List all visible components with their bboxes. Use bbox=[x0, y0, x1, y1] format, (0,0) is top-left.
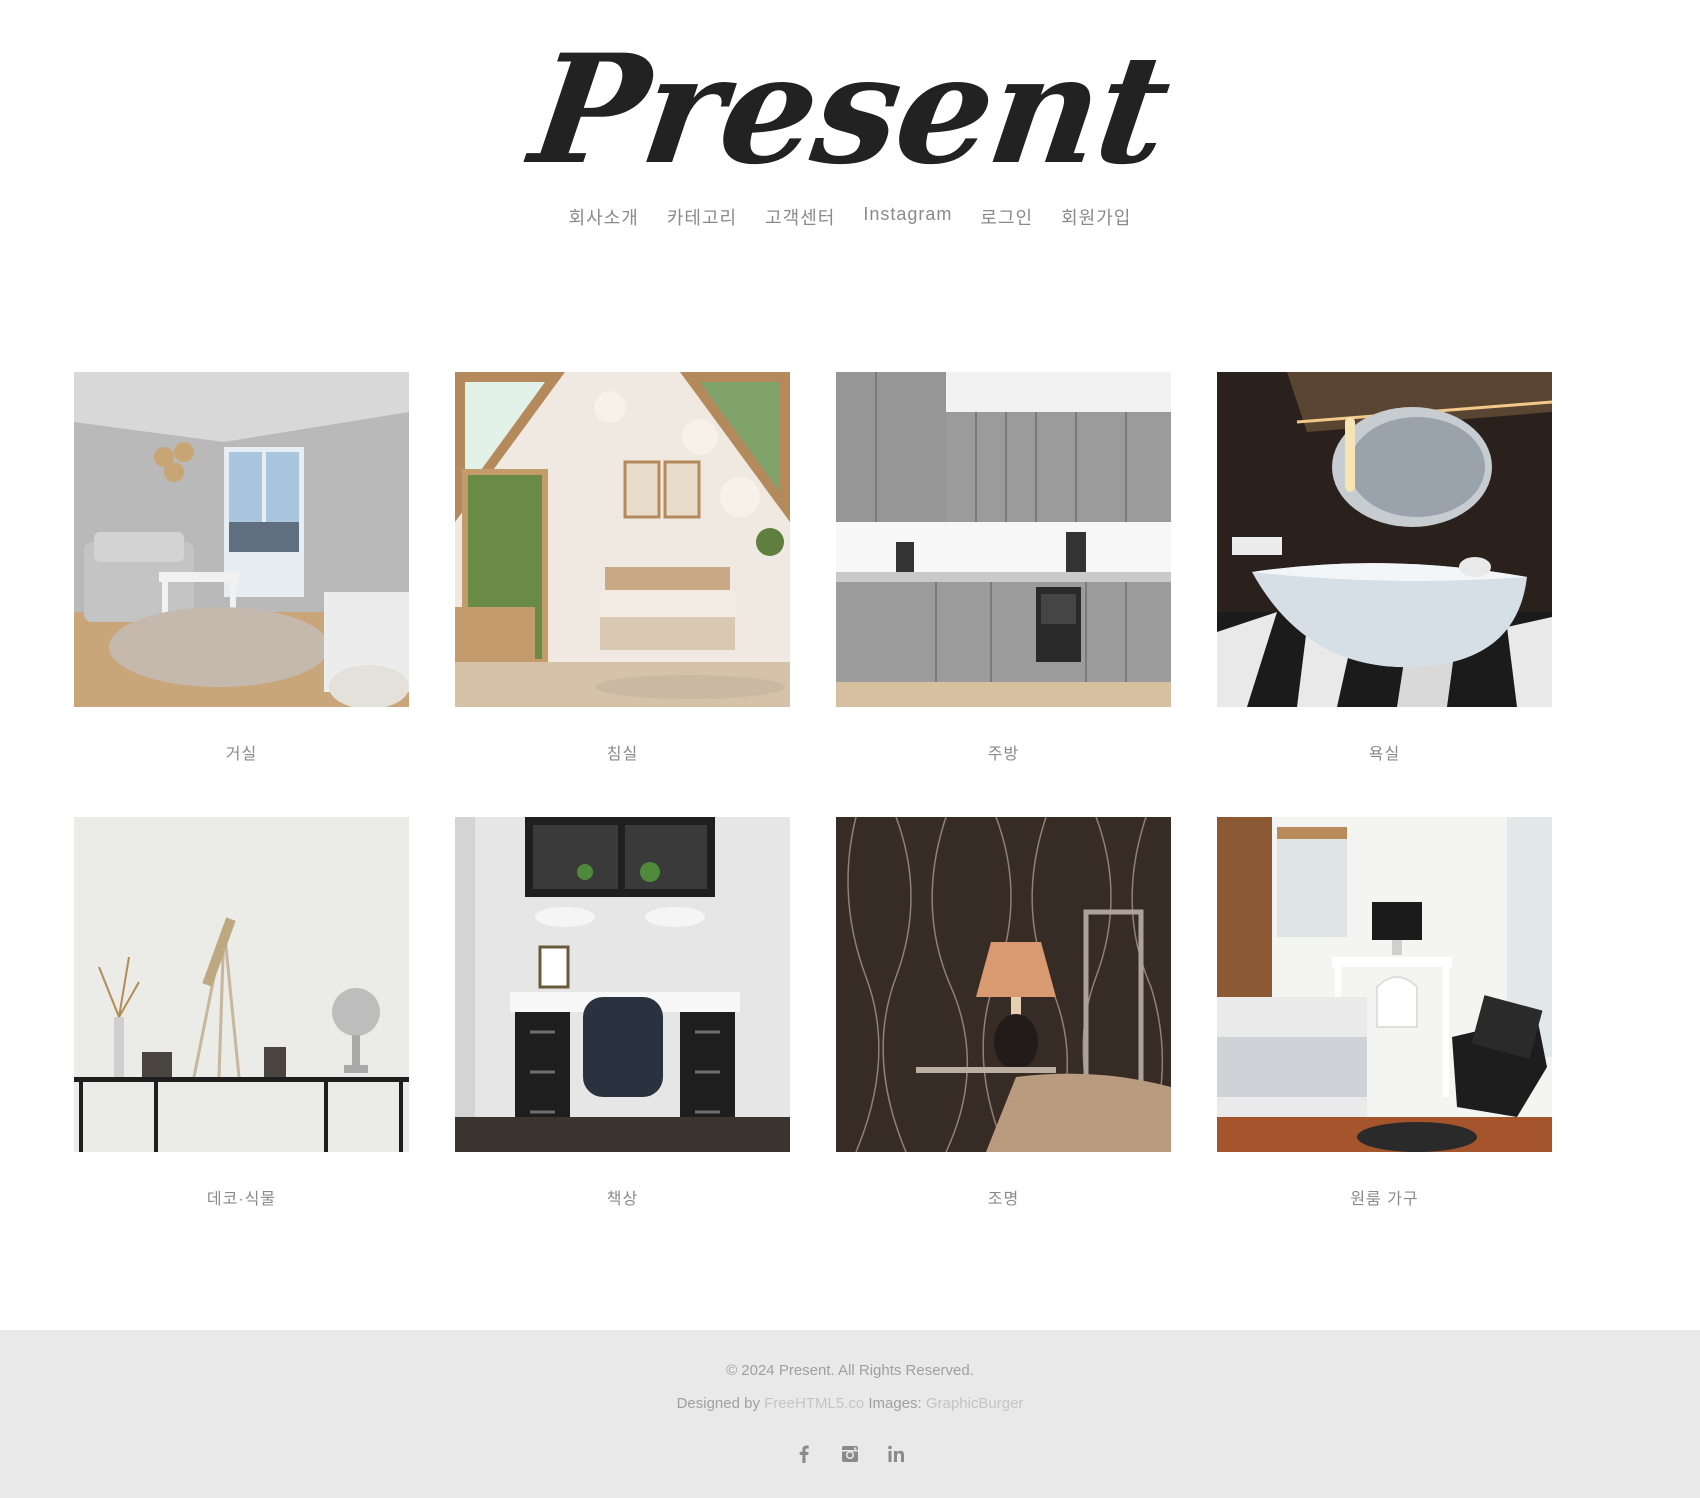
desk-photo bbox=[455, 817, 790, 1152]
studio-image[interactable] bbox=[1217, 817, 1552, 1152]
category-card-living-room[interactable]: 거실 bbox=[74, 372, 409, 763]
category-gallery: 거실 침실 주방 욕실 데코·식물 책상 조명 원룸 가구 bbox=[74, 372, 1604, 1208]
kitchen-photo bbox=[836, 372, 1171, 707]
bathroom-photo bbox=[1217, 372, 1552, 707]
category-card-lighting[interactable]: 조명 bbox=[836, 817, 1171, 1208]
linkedin-icon[interactable] bbox=[886, 1444, 906, 1464]
site-footer: © 2024 Present. All Rights Reserved. Des… bbox=[0, 1330, 1700, 1498]
desk-image[interactable] bbox=[455, 817, 790, 1152]
images-link[interactable]: GraphicBurger bbox=[926, 1395, 1024, 1412]
category-caption: 데코·식물 bbox=[206, 1191, 277, 1208]
nav-item-support[interactable]: 고객센터 bbox=[765, 204, 835, 230]
decor-plants-photo bbox=[74, 817, 409, 1152]
designed-by-label: Designed by bbox=[676, 1395, 760, 1412]
category-card-desk[interactable]: 책상 bbox=[455, 817, 790, 1208]
category-caption: 책상 bbox=[606, 1191, 639, 1208]
category-card-kitchen[interactable]: 주방 bbox=[836, 372, 1171, 763]
category-caption: 원룸 가구 bbox=[1350, 1191, 1419, 1208]
nav-item-instagram[interactable]: Instagram bbox=[863, 204, 952, 230]
lighting-image[interactable] bbox=[836, 817, 1171, 1152]
instagram-icon[interactable] bbox=[840, 1444, 860, 1464]
main-nav: 회사소개 카테고리 고객센터 Instagram 로그인 회원가입 bbox=[0, 204, 1700, 230]
bedroom-photo bbox=[455, 372, 790, 707]
designer-link[interactable]: FreeHTML5.co bbox=[764, 1395, 864, 1412]
category-card-bathroom[interactable]: 욕실 bbox=[1217, 372, 1552, 763]
social-links bbox=[0, 1444, 1700, 1464]
kitchen-image[interactable] bbox=[836, 372, 1171, 707]
living-room-image[interactable] bbox=[74, 372, 409, 707]
nav-item-signup[interactable]: 회원가입 bbox=[1061, 204, 1131, 230]
nav-item-login[interactable]: 로그인 bbox=[980, 204, 1033, 230]
facebook-icon[interactable] bbox=[794, 1444, 814, 1464]
site-logo[interactable]: Present bbox=[0, 22, 1700, 198]
category-card-bedroom[interactable]: 침실 bbox=[455, 372, 790, 763]
lighting-photo bbox=[836, 817, 1171, 1152]
category-caption: 거실 bbox=[225, 746, 258, 763]
decor-image[interactable] bbox=[74, 817, 409, 1152]
category-card-decor[interactable]: 데코·식물 bbox=[74, 817, 409, 1208]
category-card-studio[interactable]: 원룸 가구 bbox=[1217, 817, 1552, 1208]
category-caption: 침실 bbox=[606, 746, 639, 763]
page: Present 회사소개 카테고리 고객센터 Instagram 로그인 회원가… bbox=[0, 0, 1700, 1498]
category-caption: 주방 bbox=[987, 746, 1020, 763]
bedroom-image[interactable] bbox=[455, 372, 790, 707]
images-label: Images: bbox=[868, 1395, 922, 1412]
nav-item-category[interactable]: 카테고리 bbox=[667, 204, 737, 230]
living-room-photo bbox=[74, 372, 409, 707]
nav-item-about[interactable]: 회사소개 bbox=[569, 204, 639, 230]
studio-furniture-photo bbox=[1217, 817, 1552, 1152]
copyright-text: © 2024 Present. All Rights Reserved. bbox=[726, 1362, 974, 1379]
bathroom-image[interactable] bbox=[1217, 372, 1552, 707]
category-caption: 욕실 bbox=[1368, 746, 1401, 763]
credits-line: Designed by FreeHTML5.co Images: Graphic… bbox=[0, 1395, 1700, 1412]
category-caption: 조명 bbox=[987, 1191, 1020, 1208]
